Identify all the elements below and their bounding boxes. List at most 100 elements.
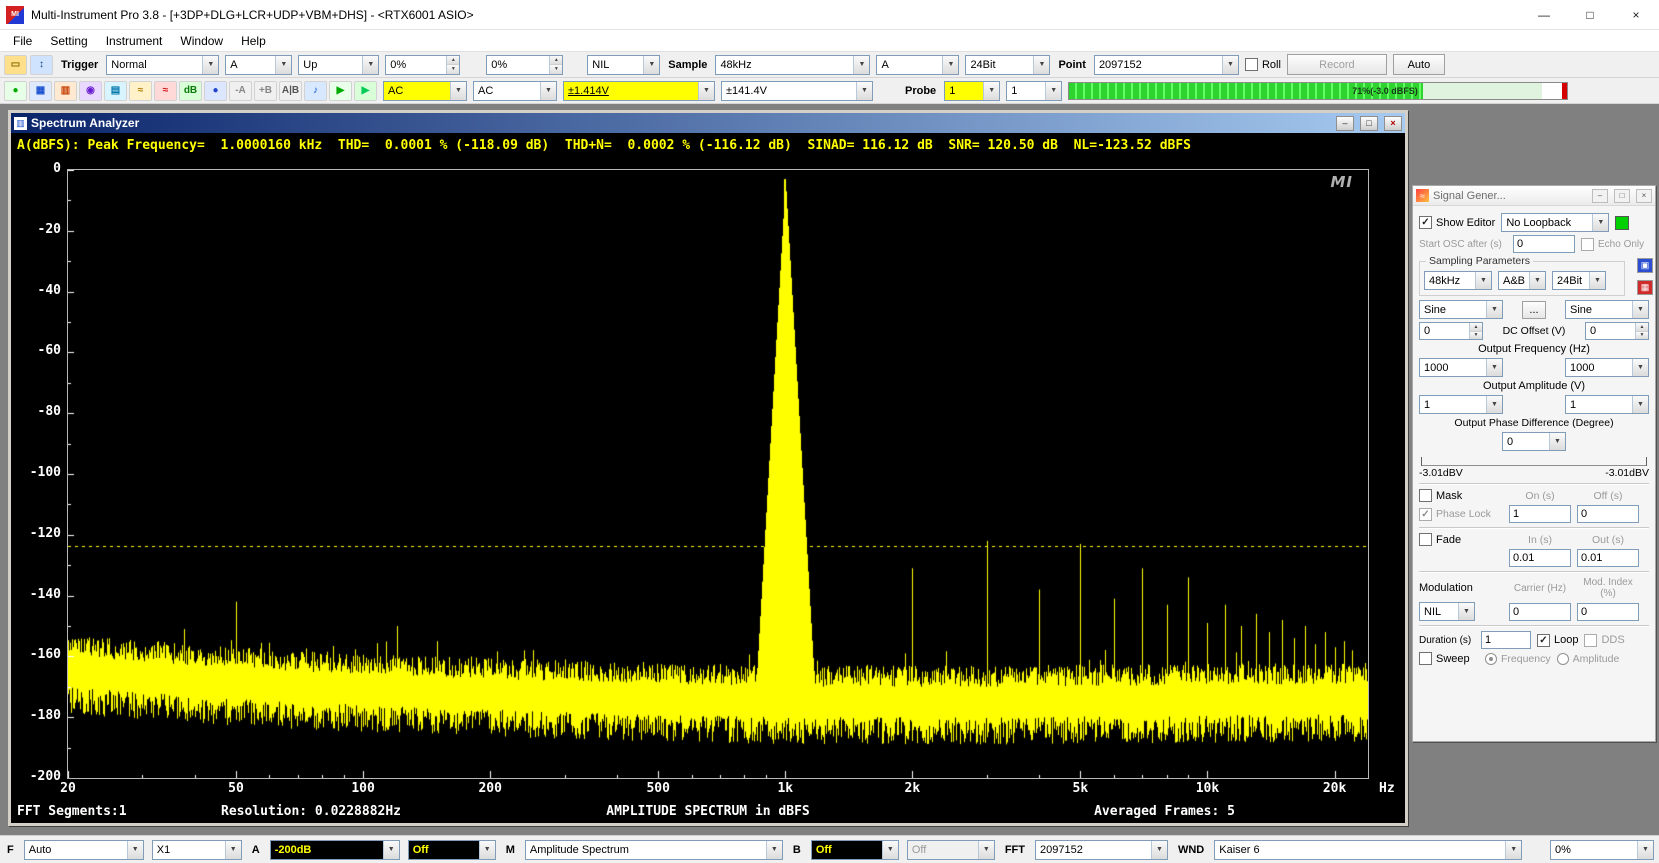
trigger-filter-select[interactable]: NIL▼ — [587, 55, 660, 75]
sampling-rate-select[interactable]: 48kHz▼ — [715, 55, 870, 75]
spin-up-icon[interactable]: ▲ — [550, 56, 562, 66]
duration-input[interactable]: 1 — [1481, 631, 1531, 649]
auto-button[interactable]: Auto — [1393, 54, 1445, 75]
spectrum-minimize-button[interactable]: – — [1336, 116, 1354, 131]
save-icon[interactable]: ▣ — [1637, 258, 1653, 273]
frequency-axis-select[interactable]: Auto▼ — [24, 840, 144, 860]
fade-in-input[interactable]: 0.01 — [1509, 549, 1571, 567]
siggen-sampling-rate-select[interactable]: 48kHz▼ — [1424, 271, 1492, 290]
speaker-icon[interactable]: ♪ — [304, 81, 327, 101]
menu-item-instrument[interactable]: Instrument — [97, 30, 172, 52]
loopback-select[interactable]: No Loopback▼ — [1501, 213, 1609, 232]
mask-off-input[interactable]: 0 — [1577, 505, 1639, 523]
oscilloscope-icon[interactable]: ▦ — [29, 81, 52, 101]
mask-checkbox[interactable]: Mask — [1419, 489, 1503, 502]
frequency-a-select[interactable]: 1000▼ — [1419, 358, 1503, 377]
a-b-ratio-icon[interactable]: A|B — [279, 81, 302, 101]
output-on-indicator[interactable] — [1615, 216, 1629, 230]
spectrum-restore-button[interactable]: □ — [1360, 116, 1378, 131]
hotkey-icon[interactable]: ● — [204, 81, 227, 101]
sampling-channel-select[interactable]: A▼ — [876, 55, 959, 75]
range-b-select[interactable]: ±141.4V▼ — [721, 81, 873, 101]
a-ref-select[interactable]: Off▼ — [408, 840, 496, 860]
coupling-a-select[interactable]: AC▼ — [383, 81, 467, 101]
minimize-button[interactable]: — — [1521, 0, 1567, 29]
trigger-source-select[interactable]: A▼ — [225, 55, 292, 75]
amplitude-a-select[interactable]: 1▼ — [1419, 395, 1503, 414]
menu-item-file[interactable]: File — [4, 30, 41, 52]
bit-depth-select[interactable]: 24Bit▼ — [965, 55, 1050, 75]
carrier-input[interactable]: 0 — [1509, 603, 1571, 621]
dds-checkbox[interactable]: DDS — [1584, 634, 1624, 647]
sweep-amplitude-radio[interactable]: Amplitude — [1557, 653, 1620, 665]
show-editor-checkbox[interactable]: Show Editor — [1419, 216, 1495, 229]
siggen-channels-select[interactable]: A&B▼ — [1498, 271, 1546, 290]
siggen-restore-button[interactable]: □ — [1614, 189, 1630, 203]
data-logger-icon[interactable]: ≈ — [129, 81, 152, 101]
menu-item-help[interactable]: Help — [232, 30, 275, 52]
zoom-select[interactable]: X1▼ — [152, 840, 242, 860]
spectrum-analyzer-icon[interactable]: ▥ — [54, 81, 77, 101]
fade-checkbox[interactable]: Fade — [1419, 533, 1503, 546]
fft-size-select[interactable]: 2097152▼ — [1035, 840, 1168, 860]
spectrum-analyzer-titlebar[interactable]: ▥ Spectrum Analyzer – □ × — [11, 113, 1405, 133]
probe-a-select[interactable]: 1▼ — [944, 81, 1000, 101]
play-icon[interactable]: ▶ — [329, 81, 352, 101]
loop-checkbox[interactable]: Loop — [1537, 634, 1578, 647]
spin-up-icon[interactable]: ▲ — [1636, 323, 1648, 332]
open-file-icon[interactable]: ▭ — [4, 55, 27, 75]
maximize-button[interactable]: □ — [1567, 0, 1613, 29]
phase-difference-select[interactable]: 0▼ — [1502, 432, 1566, 451]
waveform-a-select[interactable]: Sine▼ — [1419, 300, 1503, 319]
wave-list-icon[interactable]: ▦ — [1637, 280, 1653, 295]
derived-data-point-icon[interactable]: dB — [179, 81, 202, 101]
phase-lock-checkbox[interactable]: Phase Lock — [1419, 508, 1503, 521]
plus-b-icon[interactable]: +B — [254, 81, 277, 101]
range-a-select[interactable]: ±1.414V▼ — [563, 81, 715, 101]
run-stop-icon[interactable]: ● — [4, 81, 27, 101]
menu-item-window[interactable]: Window — [171, 30, 232, 52]
siggen-minimize-button[interactable]: – — [1592, 189, 1608, 203]
spin-down-icon[interactable]: ▼ — [550, 65, 562, 74]
spin-down-icon[interactable]: ▼ — [1470, 332, 1482, 340]
close-button[interactable]: × — [1613, 0, 1659, 29]
trigger-settings-icon[interactable]: ↕ — [30, 55, 53, 75]
mod-index-input[interactable]: 0 — [1577, 603, 1639, 621]
spectrum-3d-plot-icon[interactable]: ▤ — [104, 81, 127, 101]
spin-up-icon[interactable]: ▲ — [447, 56, 459, 66]
spectrum-close-button[interactable]: × — [1384, 116, 1402, 131]
probe-b-select[interactable]: 1▼ — [1006, 81, 1062, 101]
output-level-slider[interactable] — [1421, 455, 1647, 466]
a-range-select[interactable]: -200dB▼ — [270, 840, 400, 860]
coupling-b-select[interactable]: AC▼ — [473, 81, 557, 101]
signal-generator-icon[interactable]: ≈ — [154, 81, 177, 101]
overlap-select[interactable]: 0%▼ — [1550, 840, 1654, 860]
siggen-close-button[interactable]: × — [1636, 189, 1652, 203]
amplitude-b-select[interactable]: 1▼ — [1565, 395, 1649, 414]
sweep-checkbox[interactable]: Sweep — [1419, 652, 1479, 665]
trigger-delay-spinner[interactable]: 0%▲▼ — [486, 55, 563, 75]
roll-checkbox[interactable]: Roll — [1245, 58, 1281, 71]
window-function-select[interactable]: Kaiser 6▼ — [1214, 840, 1522, 860]
waveform-b-select[interactable]: Sine▼ — [1565, 300, 1649, 319]
siggen-bits-select[interactable]: 24Bit▼ — [1552, 271, 1606, 290]
frequency-b-select[interactable]: 1000▼ — [1565, 358, 1649, 377]
display-mode-select[interactable]: Amplitude Spectrum▼ — [525, 840, 783, 860]
echo-only-checkbox[interactable]: Echo Only — [1581, 238, 1644, 251]
fade-out-input[interactable]: 0.01 — [1577, 549, 1639, 567]
record-button[interactable]: Record — [1287, 54, 1387, 75]
modulation-type-select[interactable]: NIL▼ — [1419, 602, 1475, 621]
minus-a-icon[interactable]: -A — [229, 81, 252, 101]
dc-offset-b-spinner[interactable]: 0▲▼ — [1585, 322, 1649, 340]
trigger-mode-select[interactable]: Normal▼ — [106, 55, 219, 75]
spin-down-icon[interactable]: ▼ — [1636, 332, 1648, 340]
mask-on-input[interactable]: 1 — [1509, 505, 1571, 523]
b-ref-select[interactable]: Off▼ — [907, 840, 995, 860]
menu-item-setting[interactable]: Setting — [41, 30, 96, 52]
multimeter-icon[interactable]: ◉ — [79, 81, 102, 101]
spin-up-icon[interactable]: ▲ — [1470, 323, 1482, 332]
trigger-edge-select[interactable]: Up▼ — [298, 55, 379, 75]
signal-generator-titlebar[interactable]: ≈ Signal Gener... – □ × — [1413, 186, 1655, 206]
record-length-select[interactable]: 2097152▼ — [1094, 55, 1239, 75]
sweep-frequency-radio[interactable]: Frequency — [1485, 653, 1551, 665]
